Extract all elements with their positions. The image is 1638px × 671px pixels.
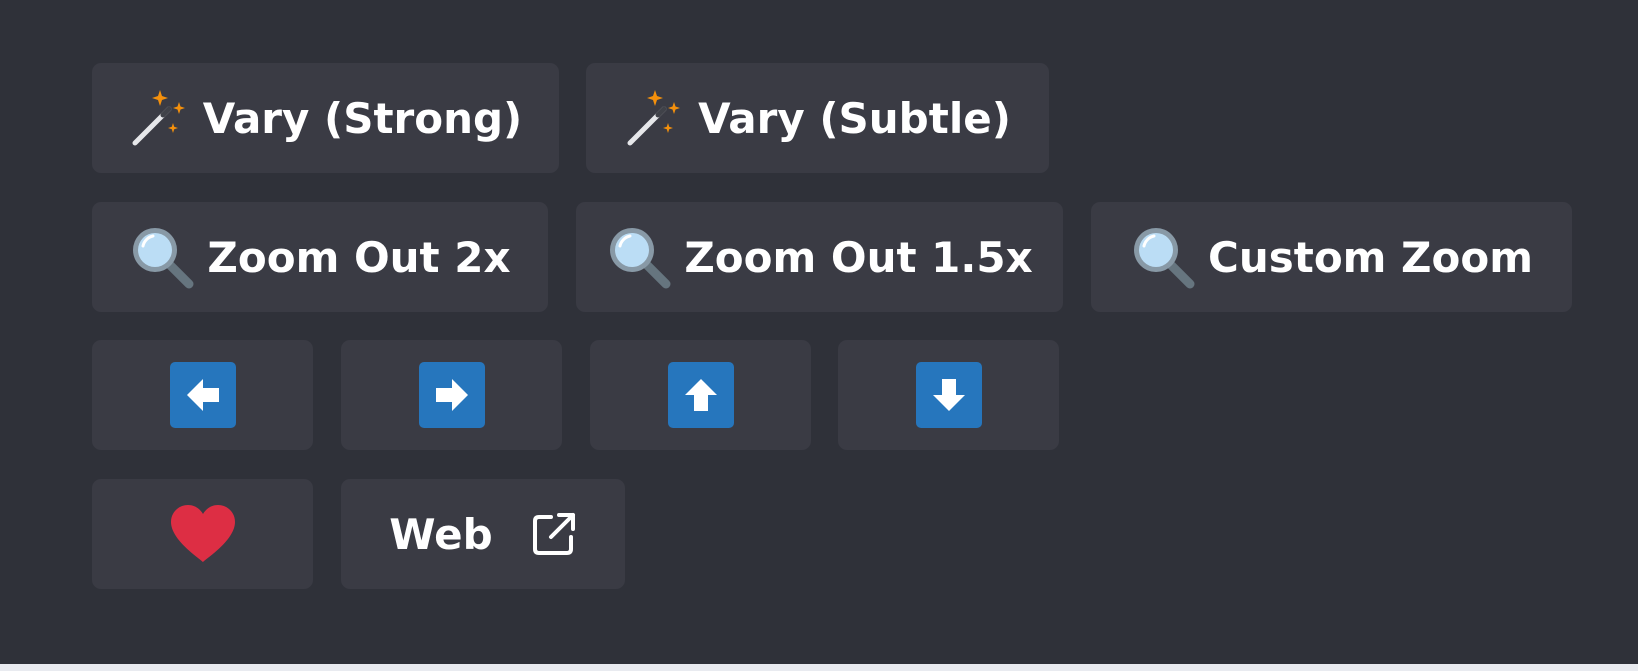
zoom-out-2x-label: Zoom Out 2x [207,232,511,282]
vary-subtle-button[interactable]: Vary (Subtle) [586,63,1049,173]
custom-zoom-label: Custom Zoom [1208,232,1533,282]
magic-wand-icon [129,87,191,149]
web-button[interactable]: Web [341,479,625,589]
pan-left-button[interactable] [92,340,313,450]
custom-zoom-button[interactable]: Custom Zoom [1091,202,1572,312]
favorite-button[interactable] [92,479,313,589]
pan-right-button[interactable] [341,340,562,450]
zoom-out-1-5x-button[interactable]: Zoom Out 1.5x [576,202,1063,312]
pan-down-button[interactable] [838,340,1059,450]
arrow-right-icon [418,362,485,428]
heart-icon [169,504,237,564]
zoom-out-2x-button[interactable]: Zoom Out 2x [92,202,548,312]
magnifier-icon [606,224,672,290]
arrow-up-icon [667,362,734,428]
vary-strong-button[interactable]: Vary (Strong) [92,63,559,173]
vary-subtle-label: Vary (Subtle) [698,93,1011,143]
vary-strong-label: Vary (Strong) [202,93,523,143]
magnifier-icon [1130,224,1196,290]
zoom-out-1-5x-label: Zoom Out 1.5x [684,232,1033,282]
magic-wand-icon [624,87,686,149]
web-label: Web [389,509,493,559]
external-link-icon [531,511,577,557]
arrow-left-icon [169,362,236,428]
arrow-down-icon [915,362,982,428]
bottom-strip [0,664,1638,671]
magnifier-icon [129,224,195,290]
pan-up-button[interactable] [590,340,811,450]
